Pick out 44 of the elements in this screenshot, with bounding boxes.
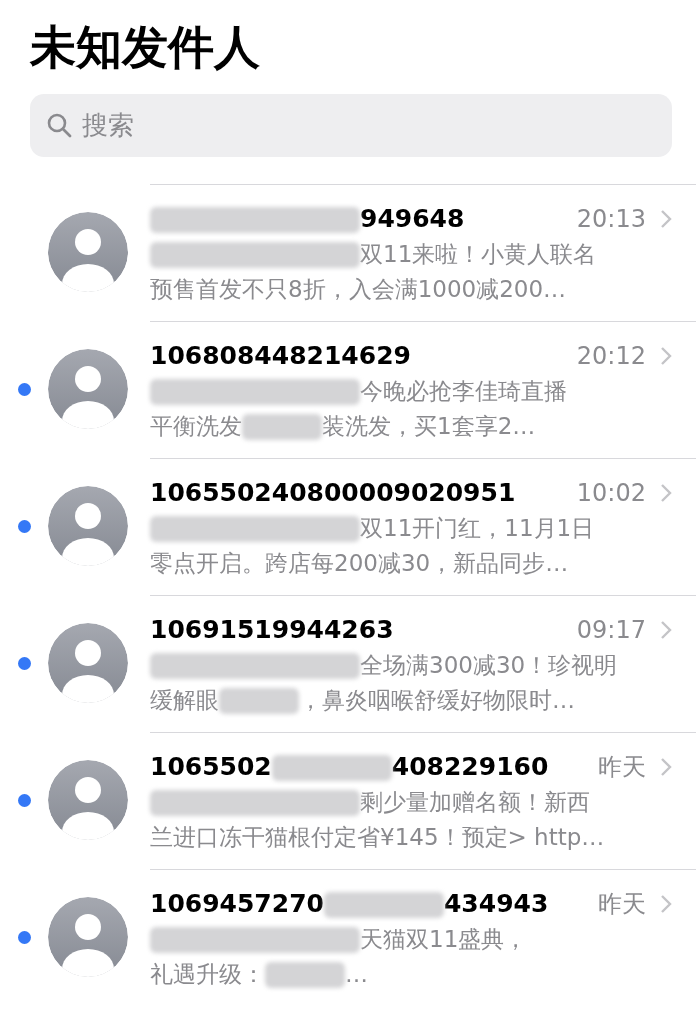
message-preview: 礼遇升级： (150, 960, 265, 987)
sender-number: 949648 (360, 203, 465, 233)
message-preview: 双11开门红，11月1日 (360, 514, 595, 541)
search-field[interactable]: 搜索 (30, 93, 672, 157)
avatar-icon (48, 897, 128, 978)
message-time: 10:02 (576, 477, 646, 509)
avatar-icon (48, 212, 128, 293)
message-preview: 缓解眼 (150, 686, 219, 713)
message-preview: 天猫双11盛典， (360, 925, 528, 952)
chevron-icon (660, 482, 672, 503)
avatar-icon (48, 760, 128, 841)
message-preview: … (345, 960, 368, 987)
sender-number: 434943 (443, 888, 549, 918)
message-preview: 装洗发，买1套享2… (322, 412, 536, 439)
sender-number: 10691519944263 (150, 614, 394, 644)
message-time: 20:12 (576, 340, 646, 372)
avatar-icon (48, 486, 128, 567)
message-time: 昨天 (598, 751, 646, 783)
chevron-icon (660, 756, 672, 777)
chevron-icon (660, 208, 672, 229)
message-preview: 双11来啦！小黄人联名 (360, 240, 597, 267)
message-preview: 全场满300减30！珍视明 (360, 651, 618, 678)
sender-number: 106808448214629 (150, 340, 411, 370)
message-time: 09:17 (576, 614, 646, 646)
message-preview: 兰进口冻干猫根付定省¥145！预定> http… (150, 823, 605, 850)
message-time: 20:13 (576, 203, 646, 235)
search-icon (46, 111, 72, 138)
page-title: 未知发件人 (30, 19, 261, 76)
message-preview: 剩少量加赠名额！新西 (360, 788, 590, 815)
message-preview: 今晚必抢李佳琦直播 (360, 377, 567, 404)
chevron-icon (660, 619, 672, 640)
avatar-icon (48, 349, 128, 430)
sender-number: 1065502 (150, 751, 272, 781)
message-preview: 平衡洗发 (150, 412, 242, 439)
chevron-icon (660, 345, 672, 366)
avatar-icon (48, 623, 128, 704)
chevron-icon (660, 893, 672, 914)
message-preview: ，鼻炎咽喉舒缓好物限时… (299, 686, 575, 713)
sender-number: 1069457270 (150, 888, 324, 918)
message-time: 昨天 (598, 888, 646, 920)
sender-number: 408229160 (391, 751, 549, 781)
message-preview: 零点开启。跨店每200减30，新品同步… (150, 549, 569, 576)
message-preview: 预售首发不只8折，入会满1000减200… (150, 275, 567, 302)
sender-number: 106550240800009020951 (150, 477, 516, 507)
